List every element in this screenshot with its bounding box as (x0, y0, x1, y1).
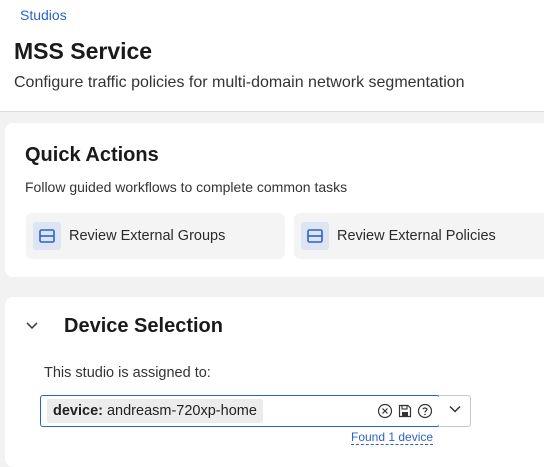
device-query-input[interactable]: device: andreasm-720xp-home (40, 395, 440, 427)
chevron-down-icon[interactable] (24, 317, 40, 333)
quick-actions-title: Quick Actions (25, 144, 159, 166)
breadcrumb-studios[interactable]: Studios (20, 7, 67, 23)
table-icon (33, 222, 61, 250)
quick-actions-card: Quick Actions Follow guided workflows to… (5, 123, 544, 277)
review-external-policies-button[interactable]: Review External Policies (294, 213, 544, 259)
quick-actions-description: Follow guided workflows to complete comm… (25, 179, 348, 195)
table-icon (301, 222, 329, 250)
device-selection-title: Device Selection (64, 315, 223, 337)
clear-icon[interactable] (377, 403, 393, 419)
save-icon[interactable] (397, 403, 413, 419)
assigned-label: This studio is assigned to: (44, 365, 211, 381)
found-devices-link[interactable]: Found 1 device (351, 431, 434, 445)
chevron-down-icon (448, 402, 462, 421)
device-query-chip: device: andreasm-720xp-home (47, 399, 263, 423)
device-selection-card: Device Selection This studio is assigned… (5, 297, 544, 467)
chip-key: device: (53, 403, 103, 419)
page-title: MSS Service (14, 38, 153, 64)
review-external-policies-label: Review External Policies (337, 228, 496, 244)
page-header: Studios MSS Service Configure traffic po… (0, 0, 544, 112)
help-icon[interactable] (417, 403, 433, 419)
device-dropdown-button[interactable] (439, 395, 471, 427)
review-external-groups-button[interactable]: Review External Groups (26, 213, 285, 259)
page-subtitle: Configure traffic policies for multi-dom… (14, 74, 465, 91)
chip-value: andreasm-720xp-home (106, 403, 257, 419)
review-external-groups-label: Review External Groups (69, 228, 226, 244)
